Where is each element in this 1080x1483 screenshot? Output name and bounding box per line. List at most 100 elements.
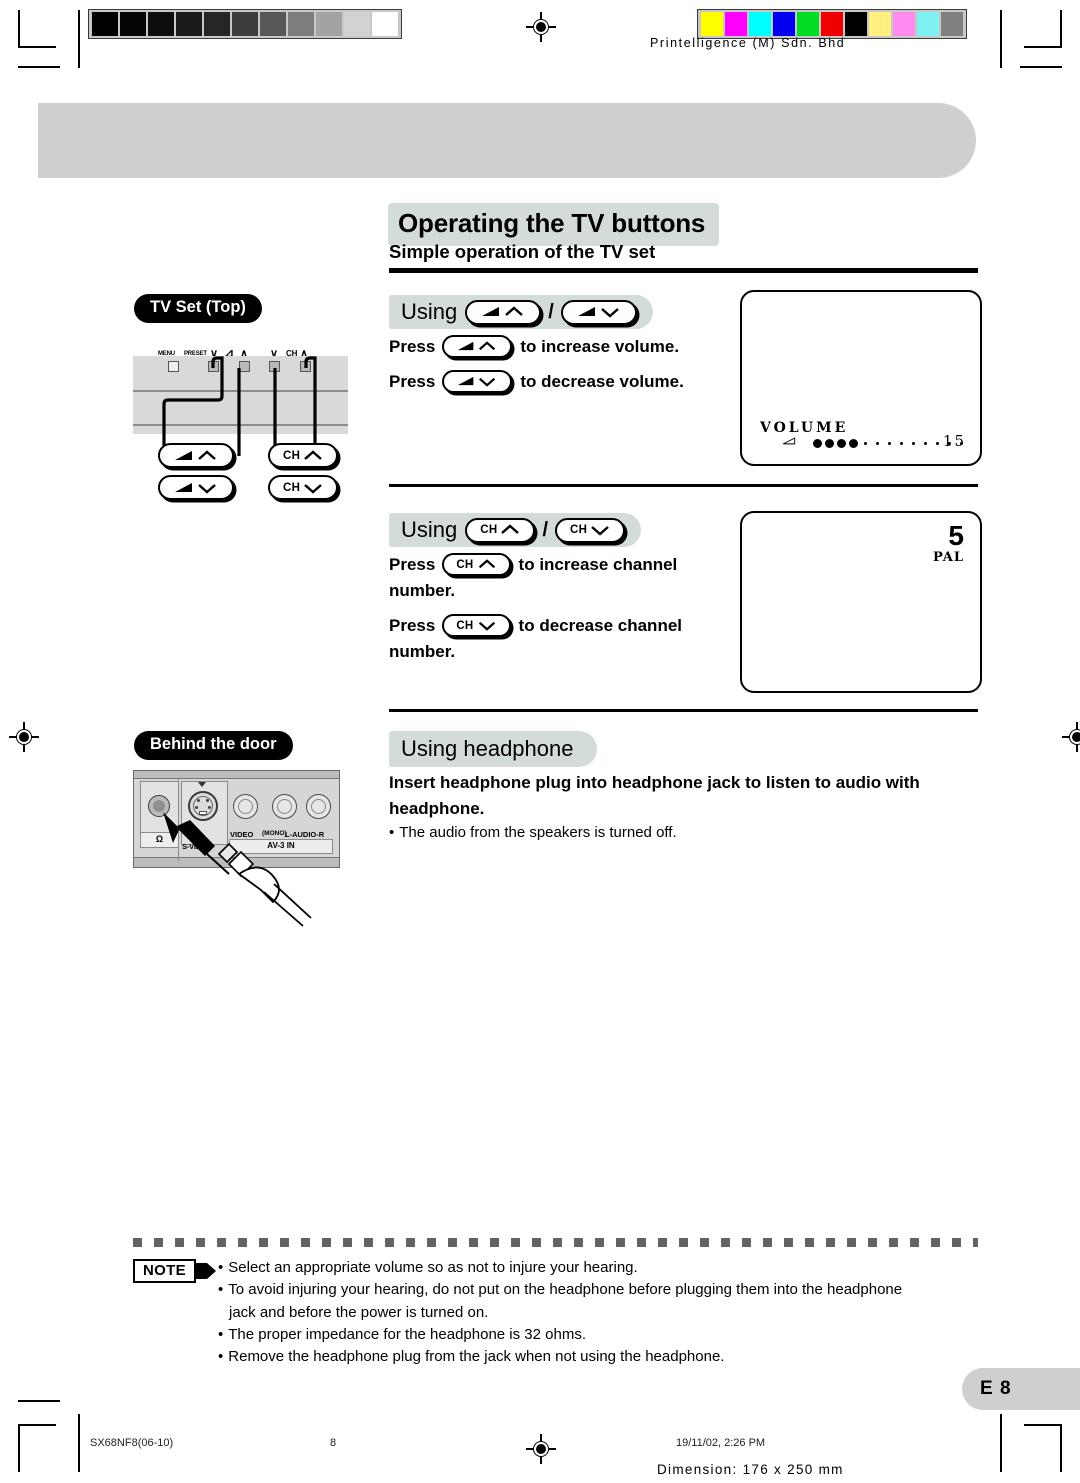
chevron-down-icon bbox=[304, 483, 323, 494]
page-title-text: Operating the TV buttons bbox=[398, 208, 706, 238]
instruction-text: to decrease channel bbox=[518, 615, 683, 635]
channel-decrease-instruction-wrap: number. bbox=[389, 642, 456, 661]
registration-mark-right bbox=[1062, 722, 1080, 752]
grayscale-patch bbox=[232, 12, 258, 36]
channel-down-key[interactable]: CH bbox=[268, 475, 339, 500]
section-divider-2 bbox=[389, 709, 978, 712]
headphone-body-line1: Insert headphone plug into headphone jac… bbox=[389, 773, 920, 792]
volume-down-icon bbox=[458, 376, 496, 387]
instruction-volume-down-key[interactable] bbox=[442, 370, 513, 393]
grayscale-patch bbox=[316, 12, 342, 36]
note-badge: NOTE bbox=[133, 1259, 217, 1283]
color-patch bbox=[941, 12, 963, 36]
heading-volume-down-key[interactable] bbox=[560, 299, 637, 325]
color-patch bbox=[821, 12, 843, 36]
registration-mark-top bbox=[526, 12, 556, 42]
section-channel-heading: Using CH / CH bbox=[389, 513, 642, 547]
volume-empty-dot bbox=[876, 442, 879, 445]
note-item: • Select an appropriate volume so as not … bbox=[218, 1257, 978, 1278]
behind-door-tag: Behind the door bbox=[134, 731, 293, 760]
note-dashed-separator bbox=[133, 1238, 978, 1247]
heading-channel-up-key[interactable]: CH bbox=[465, 517, 536, 543]
volume-empty-dot bbox=[888, 442, 891, 445]
press-word: Press bbox=[389, 336, 436, 356]
volume-up-key[interactable] bbox=[158, 443, 234, 468]
instruction-volume-up-key[interactable] bbox=[442, 335, 513, 358]
grayscale-patch bbox=[372, 12, 398, 36]
grayscale-patch bbox=[260, 12, 286, 36]
footer-timestamp: 19/11/02, 2:26 PM bbox=[676, 1437, 766, 1449]
chevron-up-icon bbox=[478, 559, 495, 569]
instruction-channel-up-key[interactable]: CH bbox=[442, 553, 511, 576]
tv-screen-volume: VOLUME 15 bbox=[740, 290, 982, 466]
color-calibration-strip bbox=[697, 9, 967, 39]
channel-down-key-label: CH bbox=[283, 481, 301, 494]
volume-empty-dot bbox=[900, 442, 903, 445]
section-headphone-heading: Using headphone bbox=[389, 731, 598, 767]
grayscale-patch bbox=[92, 12, 118, 36]
osd-channel-number: 5 bbox=[948, 520, 964, 551]
channel-increase-instruction: Press CH to increase channel bbox=[389, 553, 677, 576]
grayscale-patch bbox=[344, 12, 370, 36]
osd-channel: 5 PAL bbox=[933, 520, 964, 565]
heading-channel-down-label: CH bbox=[570, 524, 588, 536]
grayscale-patch bbox=[204, 12, 230, 36]
channel-increase-instruction-wrap: number. bbox=[389, 581, 456, 600]
bullet-glyph: • bbox=[218, 1259, 224, 1276]
callout-volume-up-button[interactable] bbox=[158, 443, 234, 468]
volume-down-icon bbox=[175, 482, 216, 494]
heading-volume-up-key[interactable] bbox=[465, 299, 542, 325]
volume-filled-dot bbox=[849, 439, 858, 448]
note-item-text: jack and before the power is turned on. bbox=[229, 1303, 489, 1321]
color-patch bbox=[773, 12, 795, 36]
grayscale-patch bbox=[148, 12, 174, 36]
volume-up-icon bbox=[482, 306, 524, 316]
channel-up-key[interactable]: CH bbox=[268, 443, 339, 468]
instruction-channel-down-key[interactable]: CH bbox=[442, 614, 511, 637]
volume-filled-dot bbox=[813, 439, 822, 448]
volume-empty-dot bbox=[924, 442, 927, 445]
channel-up-key-label: CH bbox=[283, 449, 301, 462]
volume-up-icon bbox=[458, 341, 496, 351]
volume-down-icon bbox=[577, 307, 619, 318]
volume-down-key[interactable] bbox=[158, 475, 234, 500]
headphone-bullet: • The audio from the speakers is turned … bbox=[389, 824, 677, 841]
instruction-text: to decrease volume. bbox=[520, 371, 684, 391]
callout-channel-up-button[interactable]: CH bbox=[268, 443, 339, 468]
section-divider-1 bbox=[389, 484, 978, 487]
page-subtitle: Simple operation of the TV set bbox=[389, 241, 656, 262]
heading-channel-up-label: CH bbox=[480, 524, 498, 536]
section-volume-heading: Using / bbox=[389, 295, 653, 329]
using-word: Using bbox=[401, 517, 458, 542]
headphone-body-line2: headphone. bbox=[389, 799, 485, 818]
registration-mark-bottom bbox=[526, 1434, 556, 1464]
color-patch bbox=[917, 12, 939, 36]
bullet-glyph: • bbox=[389, 824, 395, 841]
volume-decrease-instruction: Press to decrease volume. bbox=[389, 370, 684, 393]
callout-volume-down-button[interactable] bbox=[158, 475, 234, 500]
color-patch bbox=[749, 12, 771, 36]
chevron-down-icon bbox=[591, 526, 610, 536]
using-word: Using bbox=[401, 299, 458, 324]
bullet-glyph: • bbox=[218, 1281, 224, 1299]
color-patch bbox=[701, 12, 723, 36]
instruction-channel-down-label: CH bbox=[456, 619, 474, 632]
page-title: Operating the TV buttons bbox=[388, 203, 720, 246]
press-word: Press bbox=[389, 371, 436, 391]
heading-separator: / bbox=[548, 300, 554, 323]
printer-imprint: Printelligence (M) Sdn. Bhd bbox=[650, 36, 846, 50]
note-item: • To avoid injuring your hearing, do not … bbox=[218, 1279, 978, 1300]
callout-channel-down-button[interactable]: CH bbox=[268, 475, 339, 500]
heading-channel-down-key[interactable]: CH bbox=[555, 517, 626, 543]
note-item-text: Select an appropriate volume so as not t… bbox=[228, 1259, 638, 1276]
press-word: Press bbox=[389, 615, 436, 635]
chevron-up-icon bbox=[304, 449, 323, 460]
press-word: Press bbox=[389, 554, 436, 574]
instruction-text: to increase volume. bbox=[520, 336, 680, 356]
note-badge-text: NOTE bbox=[133, 1259, 196, 1283]
tv-screen-channel: 5 PAL bbox=[740, 511, 982, 693]
page-number-pill: E 8 bbox=[962, 1368, 1080, 1410]
headphone-bullet-text: The audio from the speakers is turned of… bbox=[399, 824, 677, 841]
color-patch bbox=[869, 12, 891, 36]
chevron-down-icon bbox=[478, 621, 495, 631]
